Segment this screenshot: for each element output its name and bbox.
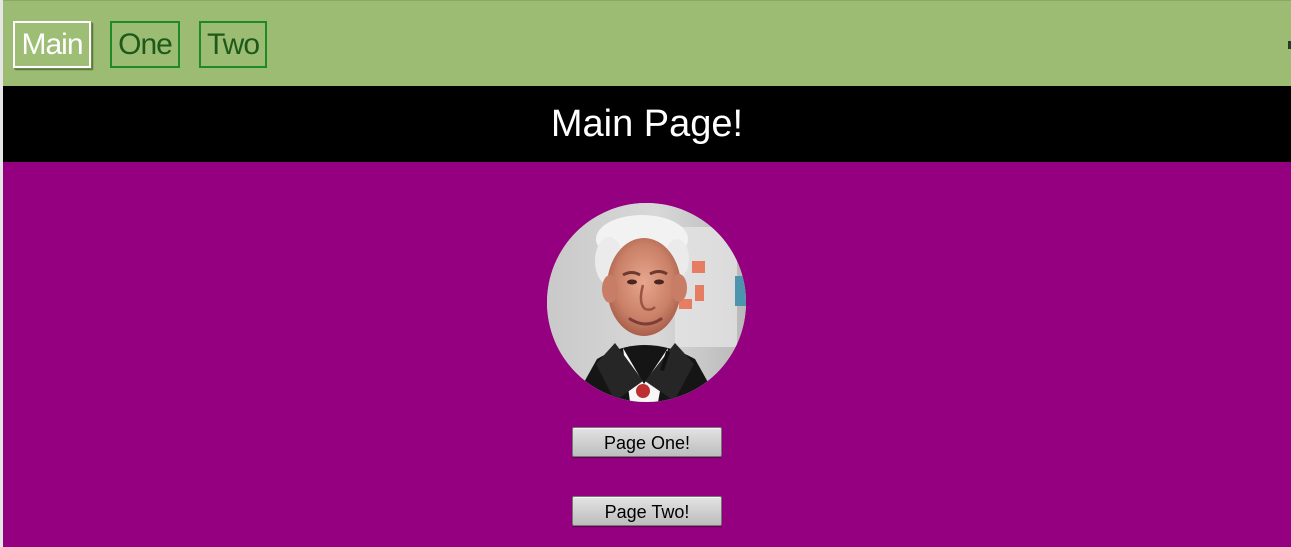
page: Main One Two Main Page! Page One! Page T…	[0, 0, 1291, 547]
backdrop-blue-mark	[735, 276, 746, 306]
top-navigation: Main One Two	[3, 0, 1291, 86]
nav-tab-two[interactable]: Two	[199, 21, 267, 68]
nav-tab-main[interactable]: Main	[13, 21, 91, 68]
right-ear	[671, 274, 687, 302]
nav-tab-one[interactable]: One	[110, 21, 180, 68]
page-one-button[interactable]: Page One!	[572, 427, 722, 457]
page-title: Main Page!	[550, 103, 744, 145]
face	[607, 238, 681, 336]
left-ear	[602, 275, 618, 303]
left-eye	[627, 279, 637, 285]
page-two-button[interactable]: Page Two!	[572, 496, 722, 526]
main-content: Page One! Page Two!	[3, 162, 1291, 547]
portrait-illustration	[547, 203, 746, 402]
shirt-red-detail	[636, 384, 650, 398]
page-header: Main Page!	[3, 86, 1291, 162]
right-eye	[654, 279, 664, 285]
profile-photo	[547, 203, 746, 402]
